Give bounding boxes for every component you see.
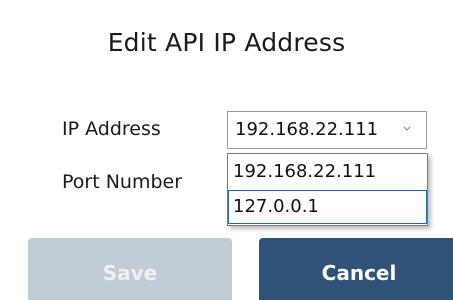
ip-address-dropdown-list: 192.168.22.111 127.0.0.1 xyxy=(227,153,428,226)
port-number-label: Port Number xyxy=(62,171,183,193)
ip-address-selected-value: 192.168.22.111 xyxy=(235,119,379,140)
ip-address-select[interactable]: 192.168.22.111 xyxy=(227,111,427,149)
chevron-down-icon xyxy=(403,126,411,131)
save-button[interactable]: Save xyxy=(28,238,232,300)
cancel-button[interactable]: Cancel xyxy=(259,238,453,300)
ip-address-label: IP Address xyxy=(62,118,161,140)
dialog-title: Edit API IP Address xyxy=(107,28,346,57)
dropdown-option[interactable]: 192.168.22.111 xyxy=(228,155,427,189)
dropdown-option-highlighted[interactable]: 127.0.0.1 xyxy=(228,190,427,224)
edit-api-ip-dialog: Edit API IP Address IP Address Port Numb… xyxy=(0,0,453,300)
